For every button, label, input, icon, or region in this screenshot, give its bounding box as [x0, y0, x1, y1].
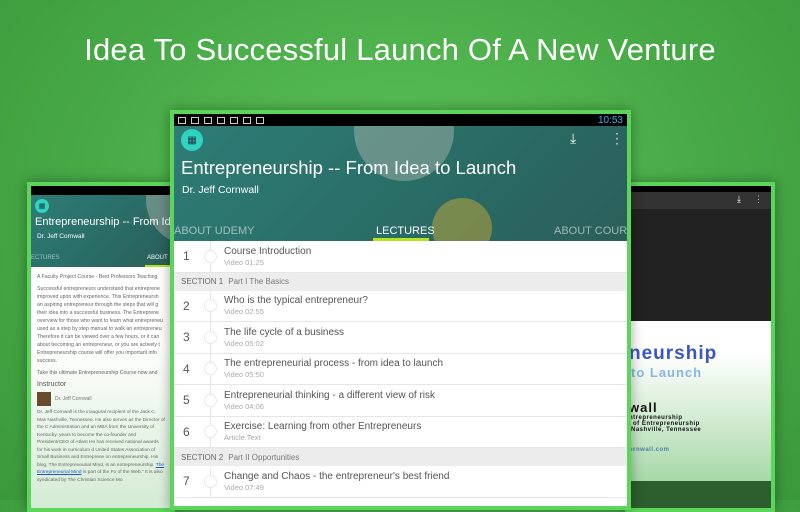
udemy-logo-icon: ▦ — [35, 199, 49, 213]
course-description: Successful entrepreneurs understand that… — [37, 286, 164, 364]
course-author: Dr. Jeff Cornwall — [37, 233, 85, 240]
lecture-meta: Video 02:55 — [224, 307, 264, 317]
course-tagline: A Faculty Project Course - Best Professo… — [37, 274, 158, 280]
status-time: 10:53 — [597, 114, 623, 126]
lecture-number: 6 — [183, 424, 190, 439]
udemy-logo-icon: ▦ — [181, 129, 203, 151]
tab-about-udemy[interactable]: ABOUT UDEMY — [174, 225, 254, 237]
slide-url: ornwall.com — [629, 447, 670, 453]
progress-circle-icon — [204, 249, 217, 263]
lecture-row[interactable]: 4 The entrepreneurial process - from idea… — [174, 353, 627, 385]
left-tablet-screenshot: ▦ Entrepreneurship -- From Idea Dr. Jeff… — [27, 182, 175, 512]
lecture-title: Change and Chaos - the entrepreneur's be… — [224, 470, 450, 482]
slide-name: wall — [629, 400, 658, 415]
lecture-meta: Video 05:50 — [224, 370, 264, 380]
instructor-heading: Instructor — [37, 381, 67, 388]
download-icon[interactable]: ⤓ — [737, 194, 741, 205]
lecture-number: 7 — [183, 474, 190, 489]
section-title: Part I The Basics — [228, 277, 289, 286]
lecture-title: Course Introduction — [224, 245, 312, 257]
progress-circle-icon — [204, 299, 217, 313]
lecture-number: 2 — [183, 298, 190, 313]
lecture-number: 1 — [183, 249, 190, 264]
more-options-icon[interactable]: ⋮ — [610, 130, 624, 147]
instructor-name: Dr. Jeff Cornwall — [55, 396, 92, 402]
lecture-title: Exercise: Learning from other Entreprene… — [224, 421, 422, 433]
course-title: Entrepreneurship -- From Idea — [35, 216, 171, 228]
lecture-number: 4 — [183, 361, 190, 376]
status-bar: 10:53 — [174, 114, 627, 126]
progress-circle-icon — [204, 425, 217, 439]
lecture-number: 3 — [183, 330, 190, 345]
section-title: Part II Opportunities — [228, 452, 300, 462]
course-author: Dr. Jeff Cornwall — [182, 184, 259, 196]
instructor-avatar — [37, 392, 51, 406]
lecture-meta: Video 05:02 — [224, 338, 264, 348]
lecture-list: 1 Course Introduction Video 01:25 SECTION 1… — [174, 241, 627, 498]
lecture-row[interactable]: 7 Change and Chaos - the entrepreneur's b… — [174, 466, 627, 498]
progress-circle-icon — [204, 474, 217, 488]
lecture-number: 5 — [183, 393, 190, 408]
lecture-row[interactable]: 2 Who is the typical entrepreneur? Video 0… — [174, 290, 627, 322]
tab-about-course[interactable]: ABOUT COURSE — [554, 225, 627, 237]
tab-lectures[interactable]: LECTURES — [376, 225, 435, 237]
lecture-title: Who is the typical entrepreneur? — [224, 295, 368, 307]
lecture-meta: Video 07:49 — [224, 482, 264, 492]
main-tablet-screenshot: 10:53 ▦ ⤓ ⋮ Entrepreneurship -- From Ide… — [170, 110, 631, 510]
lecture-meta: Video 04:06 — [224, 401, 264, 411]
video-player[interactable] — [629, 209, 771, 321]
download-icon[interactable]: ⤓ — [570, 130, 576, 147]
section-label: SECTION 1 — [181, 277, 224, 286]
course-header: ▦ Entrepreneurship -- From Idea Dr. Jeff… — [31, 195, 171, 267]
progress-circle-icon — [204, 393, 217, 407]
progress-circle-icon — [204, 330, 217, 344]
lecture-row[interactable]: 5 Entrepreneurial thinking - a different … — [174, 385, 627, 417]
lecture-meta: Video 01:25 — [224, 257, 264, 267]
tab-lectures[interactable]: ECTURES — [31, 255, 60, 261]
lecture-title: The entrepreneurial process - from idea … — [224, 358, 444, 370]
lecture-title: Entrepreneurial thinking - a different v… — [224, 389, 436, 401]
tab-about[interactable]: ABOUT — [147, 255, 168, 261]
lecture-row[interactable]: 1 Course Introduction Video 01:25 — [174, 241, 627, 273]
course-title: Entrepreneurship -- From Idea to Launch — [181, 157, 517, 178]
section-header: SECTION 1 Part I The Basics — [174, 272, 627, 291]
course-cta: Take this ultimate Entrepreneurship Cour… — [37, 370, 158, 376]
slide-line: Nashville, Tennessee — [631, 427, 702, 433]
section-label: SECTION 2 — [181, 452, 224, 462]
status-bar — [31, 186, 171, 195]
slide-subtitle: to Launch — [631, 365, 703, 380]
course-header: ▦ ⤓ ⋮ Entrepreneurship -- From Idea to L… — [174, 126, 627, 241]
lecture-row[interactable]: 6 Exercise: Learning from other Entrepren… — [174, 416, 627, 448]
right-tablet-screenshot: ⤓ ⋮ neurship to Launch wall ntrepreneurs… — [625, 182, 775, 512]
progress-circle-icon — [204, 362, 217, 376]
more-options-icon[interactable]: ⋮ — [754, 194, 763, 205]
slide-title: neurship — [629, 343, 718, 364]
lecture-meta: Article Text — [224, 433, 261, 443]
page-headline: Idea To Successful Launch Of A New Ventu… — [84, 32, 716, 67]
lecture-title: The life cycle of a business — [224, 326, 345, 338]
section-header: SECTION 2 Part II Opportunities — [174, 448, 627, 466]
lecture-row[interactable]: 3 The life cycle of a business Video 05:02 — [174, 322, 627, 354]
instructor-bio: Dr. Jeff Cornwall is the inaugural recip… — [37, 410, 165, 468]
